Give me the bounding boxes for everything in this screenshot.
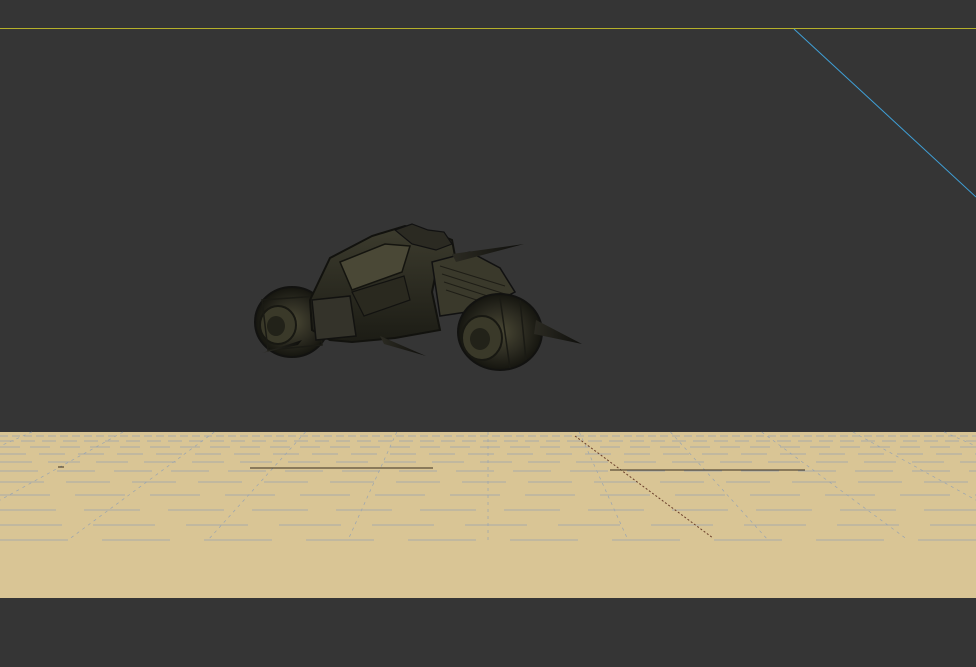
bike-side-panel	[311, 295, 357, 341]
viewport-canvas[interactable]	[0, 0, 976, 667]
front-wheel	[457, 293, 543, 371]
3d-viewport[interactable]	[0, 0, 976, 667]
ground-plane	[0, 432, 976, 598]
